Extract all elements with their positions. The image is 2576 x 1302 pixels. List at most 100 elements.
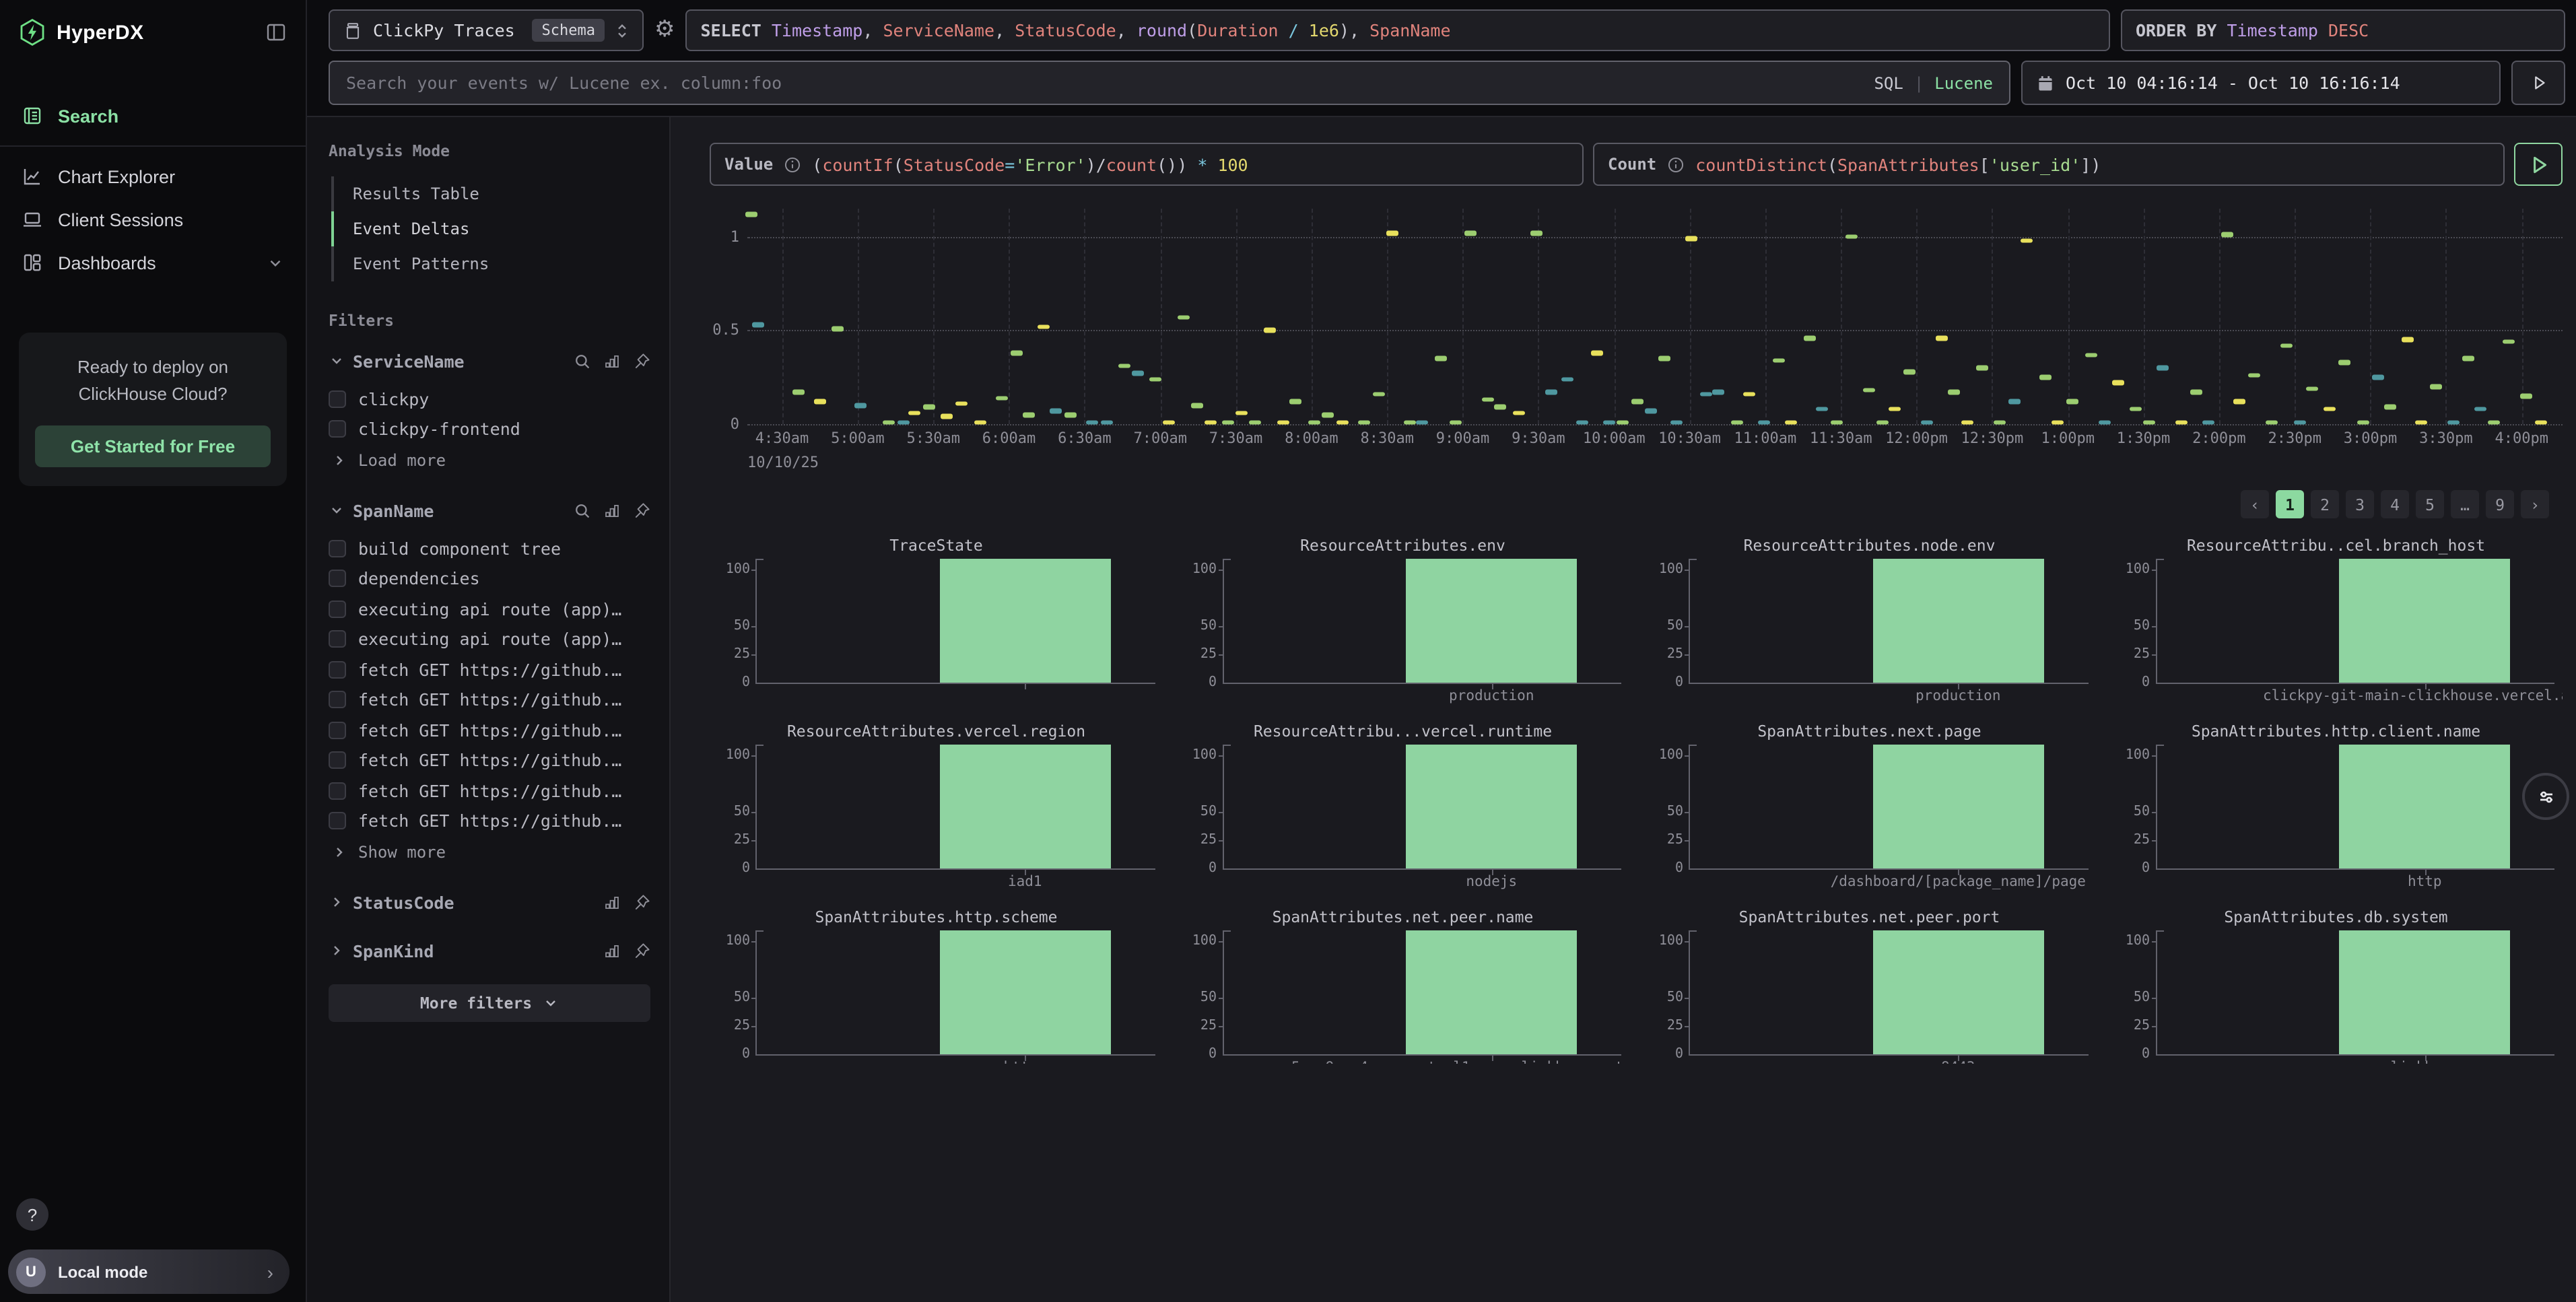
pagination-prev-button[interactable]: ‹ — [2241, 490, 2269, 518]
data-point — [1162, 420, 1174, 425]
filter-option[interactable]: fetch GET https://github.… — [329, 715, 650, 745]
data-point — [908, 411, 920, 415]
chart-icon[interactable] — [603, 502, 621, 519]
x-tick-label: 2:00pm — [2192, 430, 2246, 447]
count-expression-input[interactable]: Count countDistinct(SpanAttributes['user… — [1593, 143, 2505, 186]
analysis-mode-item[interactable]: Event Deltas — [331, 211, 650, 246]
data-point — [1994, 420, 2006, 425]
data-point — [1482, 397, 1494, 402]
filter-group-header[interactable]: SpanKind — [329, 936, 650, 965]
chart-plot: 10050250 — [1222, 930, 1621, 1056]
filter-option[interactable]: clickpy-frontend — [329, 414, 650, 444]
pagination-page-button[interactable]: 9 — [2486, 490, 2514, 518]
order-by-input[interactable]: ORDER BY Timestamp DESC — [2121, 9, 2565, 51]
filter-option[interactable]: executing api route (app)… — [329, 594, 650, 624]
chart-icon[interactable] — [603, 352, 621, 370]
select-query-input[interactable]: SELECT Timestamp, ServiceName, StatusCod… — [686, 9, 2111, 51]
data-point — [2293, 420, 2305, 425]
bar — [1406, 745, 1578, 868]
search-icon[interactable] — [574, 352, 591, 370]
sidebar-item-chart-explorer[interactable]: Chart Explorer — [0, 155, 306, 198]
x-tick-label: 11:30am — [1810, 430, 1872, 447]
filter-option[interactable]: fetch GET https://github.… — [329, 685, 650, 715]
pagination-page-button[interactable]: 1 — [2276, 490, 2304, 518]
filter-option[interactable]: clickpy — [329, 384, 650, 414]
sidebar-item-dashboards[interactable]: Dashboards — [0, 241, 306, 284]
x-tick-label: 8:30am — [1360, 430, 1414, 447]
pin-icon[interactable] — [633, 502, 650, 519]
filter-group-header[interactable]: ServiceName — [329, 346, 650, 376]
pagination-page-button[interactable]: 4 — [2381, 490, 2409, 518]
filter-option[interactable]: executing api route (app)… — [329, 624, 650, 654]
run-query-button[interactable] — [2511, 61, 2565, 105]
filter-group-servicename: ServiceName clickpyclickpy-frontendLoad m… — [329, 346, 650, 477]
search-icon[interactable] — [574, 502, 591, 519]
x-tick-label: 11:00am — [1734, 430, 1797, 447]
code-token: ( — [893, 154, 904, 174]
data-point — [1591, 351, 1603, 355]
data-source-select[interactable]: ClickPy Traces Schema — [329, 9, 644, 51]
x-tick-label: 5:30am — [906, 430, 960, 447]
pin-icon[interactable] — [633, 352, 650, 370]
filter-option[interactable]: build component tree — [329, 533, 650, 563]
date-range-picker[interactable]: Oct 10 04:16:14 - Oct 10 16:16:14 — [2021, 61, 2501, 105]
y-tick-label: 25 — [734, 1019, 750, 1033]
chart-settings-floating-button[interactable] — [2522, 773, 2569, 820]
apply-expressions-button[interactable] — [2514, 143, 2563, 186]
filter-option[interactable]: fetch GET https://github.… — [329, 806, 650, 836]
gridline-vertical — [1085, 209, 1086, 424]
pagination-page-button[interactable]: 5 — [2416, 490, 2444, 518]
y-tick-mark — [1685, 840, 1690, 842]
pagination-next-button[interactable]: › — [2521, 490, 2549, 518]
data-point — [1670, 420, 1683, 425]
pin-icon[interactable] — [633, 893, 650, 911]
local-mode-button[interactable]: U Local mode › — [8, 1249, 290, 1294]
chart-title: ResourceAttributes.vercel.region — [710, 722, 1163, 745]
filter-footer-button[interactable]: Show more — [329, 836, 650, 868]
code-token: count — [1106, 154, 1157, 174]
code-token: ( — [1187, 20, 1197, 40]
filter-option[interactable]: fetch GET https://github.… — [329, 654, 650, 685]
pin-icon[interactable] — [633, 942, 650, 959]
data-point — [2175, 420, 2188, 425]
filter-option[interactable]: fetch GET https://github.… — [329, 776, 650, 806]
y-tick-mark — [1685, 942, 1690, 943]
pagination-page-button[interactable]: 2 — [2311, 490, 2339, 518]
get-started-button[interactable]: Get Started for Free — [35, 426, 271, 468]
data-point — [2415, 420, 2427, 425]
delta-plot[interactable] — [747, 209, 2563, 424]
filter-group-icons — [574, 502, 650, 519]
logo-row[interactable]: HyperDX — [0, 0, 306, 59]
sidebar-item-client-sessions[interactable]: Client Sessions — [0, 198, 306, 241]
filter-group-header[interactable]: StatusCode — [329, 887, 650, 917]
sidebar-collapse-icon[interactable] — [265, 22, 287, 43]
analysis-mode-item[interactable]: Event Patterns — [331, 246, 650, 281]
gridline-vertical — [1690, 209, 1691, 424]
filter-option[interactable]: dependencies — [329, 563, 650, 594]
gear-icon[interactable]: ⚙ — [654, 19, 675, 42]
data-point — [1150, 377, 1162, 382]
data-source-name: ClickPy Traces — [373, 20, 522, 40]
pagination-page-button[interactable]: 3 — [2346, 490, 2374, 518]
lucene-mode-button[interactable]: Lucene — [1934, 73, 1993, 92]
filter-option[interactable]: fetch GET https://github.… — [329, 745, 650, 776]
data-point — [1699, 392, 1711, 397]
chart-icon[interactable] — [603, 942, 621, 959]
analysis-mode-item[interactable]: Results Table — [331, 176, 650, 211]
search-input[interactable] — [346, 73, 1874, 93]
sidebar-item-search[interactable]: Search — [0, 94, 306, 137]
sql-mode-button[interactable]: SQL — [1874, 73, 1903, 92]
more-filters-button[interactable]: More filters — [329, 984, 650, 1022]
data-point — [1831, 420, 1843, 425]
y-tick-mark — [1685, 626, 1690, 627]
x-tick-label: 7:00am — [1133, 430, 1187, 447]
value-expression-input[interactable]: Value (countIf(StatusCode='Error')/count… — [710, 143, 1584, 186]
help-button[interactable]: ? — [16, 1198, 48, 1231]
chart-icon[interactable] — [603, 893, 621, 911]
filter-group-header[interactable]: SpanName — [329, 495, 650, 525]
schema-badge[interactable]: Schema — [533, 19, 605, 42]
data-point — [2021, 238, 2033, 243]
y-tick-label: 25 — [734, 833, 750, 848]
sidebar: HyperDX Search Chart Explorer — [0, 0, 307, 1302]
filter-footer-button[interactable]: Load more — [329, 444, 650, 477]
